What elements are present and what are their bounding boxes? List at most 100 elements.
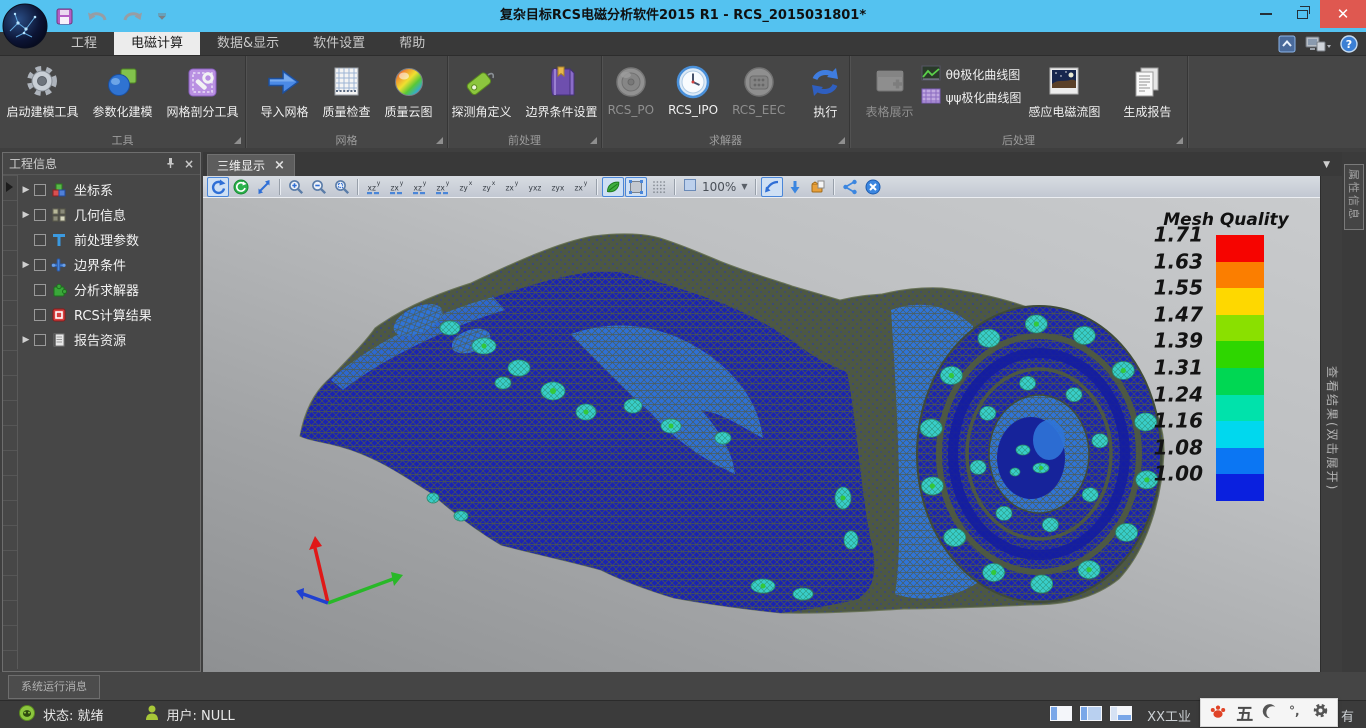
dialog-launcher-icon[interactable] (1176, 137, 1183, 144)
ribbon-button[interactable]: 表格展示 (859, 59, 921, 123)
tab-close-icon[interactable]: × (274, 159, 285, 172)
rotate-icon[interactable] (207, 177, 229, 197)
tree-item-checkbox[interactable] (34, 259, 46, 271)
tree-item[interactable]: RCS计算结果 (18, 302, 200, 327)
toolbar-separator (596, 179, 597, 195)
view-icon[interactable]: zxy (432, 177, 454, 197)
chevron-down-icon[interactable]: ▼ (741, 182, 747, 191)
menu-tab-5[interactable]: 帮助 (382, 32, 442, 55)
tab-3d-display[interactable]: 三维显示 × (207, 154, 295, 176)
ime-toolbar[interactable]: 五 °, (1200, 698, 1338, 727)
copy-view-icon[interactable] (807, 177, 829, 197)
dialog-launcher-icon[interactable] (234, 137, 241, 144)
ribbon-button[interactable]: 参数化建模 (86, 59, 160, 123)
dialog-launcher-icon[interactable] (590, 137, 597, 144)
help-icon[interactable]: ? (1340, 33, 1358, 55)
ribbon-button[interactable]: 网格剖分工具 (160, 59, 246, 123)
dialog-launcher-icon[interactable] (838, 137, 845, 144)
menu-tab-1[interactable]: 工程 (54, 32, 114, 55)
tree-item-checkbox[interactable] (34, 234, 46, 246)
view-icon[interactable]: yxz (524, 177, 546, 197)
ribbon-button[interactable]: RCS_IPO (661, 59, 725, 120)
ribbon-button[interactable]: 质量检查 (315, 59, 377, 123)
punct-icon[interactable]: °, (1287, 703, 1303, 723)
tree-item-checkbox[interactable] (34, 284, 46, 296)
dialog-launcher-icon[interactable] (436, 137, 443, 144)
restore-button[interactable] (1284, 0, 1320, 28)
ribbon-button[interactable]: 探测角定义 (444, 59, 518, 123)
view-icon[interactable]: zyx (478, 177, 500, 197)
tree-item-checkbox[interactable] (34, 209, 46, 221)
ribbon-button[interactable]: 导入网格 (253, 59, 315, 123)
tree-item[interactable]: ▶边界条件 (18, 252, 200, 277)
ribbon-button[interactable]: 质量云图 (378, 59, 440, 123)
ribbon-button[interactable]: 边界条件设置 (519, 59, 605, 123)
display-icon[interactable] (1305, 33, 1331, 55)
ribbon-button-small[interactable]: θθ极化曲线图 (921, 65, 1022, 84)
ribbon-button[interactable]: 执行 (800, 59, 850, 123)
ribbon-button[interactable]: 生成报告 (1116, 59, 1178, 123)
points-grid-icon[interactable] (648, 177, 670, 197)
legend-value: 1.08 (1146, 434, 1216, 461)
ribbon-button-small[interactable]: ψψ极化曲线图 (921, 88, 1022, 107)
view-icon[interactable]: xzy (363, 177, 385, 197)
surface-icon[interactable] (625, 177, 647, 197)
toolbar-separator (357, 179, 358, 195)
zoom-window-icon[interactable] (331, 177, 353, 197)
close-panel-icon[interactable]: × (184, 158, 194, 170)
ribbon-button[interactable]: RCS_EEC (725, 59, 792, 120)
tree-item-checkbox[interactable] (34, 184, 46, 196)
layout-icon-1[interactable] (1049, 705, 1073, 726)
view-icon[interactable]: zxy (570, 177, 592, 197)
minimize-button[interactable] (1248, 0, 1284, 28)
ribbon-button[interactable]: 启动建模工具 (0, 59, 86, 123)
tree-item-checkbox[interactable] (34, 334, 46, 346)
tree-item[interactable]: 前处理参数 (18, 227, 200, 252)
pin-icon[interactable] (165, 157, 176, 171)
zoom-in-icon[interactable] (285, 177, 307, 197)
tree-item[interactable]: ▶坐标系 (18, 177, 200, 202)
expand-arrow-icon[interactable]: ▶ (18, 185, 34, 195)
close-button[interactable]: ✕ (1320, 0, 1366, 28)
results-collapsed-panel[interactable]: 查看结果(双击展开) (1320, 176, 1342, 672)
arrow-down-icon[interactable] (784, 177, 806, 197)
zoom-out-icon[interactable] (308, 177, 330, 197)
ribbon-button-label: 参数化建模 (93, 103, 153, 120)
ribbon-button[interactable]: RCS_PO (601, 59, 661, 120)
layout-icon-2[interactable] (1079, 705, 1103, 726)
tree-item[interactable]: ▶几何信息 (18, 202, 200, 227)
view-icon[interactable]: zxy (386, 177, 408, 197)
spin-icon[interactable] (230, 177, 252, 197)
view-icon[interactable]: zxy (501, 177, 523, 197)
expand-arrow-icon[interactable]: ▶ (18, 260, 34, 270)
zoom-level-control[interactable]: 100%▼ (679, 178, 751, 195)
menu-tab-2[interactable]: 电磁计算 (114, 32, 200, 55)
gear-small-icon[interactable] (1312, 702, 1329, 723)
expand-arrow-icon[interactable]: ▶ (18, 210, 34, 220)
shaded-leaf-icon[interactable] (602, 177, 624, 197)
system-messages-tab[interactable]: 系统运行消息 (8, 675, 100, 699)
properties-collapsed-tab[interactable]: 属性信息 (1344, 164, 1364, 230)
moon-icon[interactable] (1262, 703, 1278, 723)
view-icon[interactable]: zyx (455, 177, 477, 197)
resize-arrow-icon[interactable] (253, 177, 275, 197)
tab-list-dropdown-icon[interactable]: ▼ (1323, 160, 1330, 170)
fit-view-icon[interactable] (761, 177, 783, 197)
view-icon[interactable]: xzy (409, 177, 431, 197)
viewport-canvas[interactable]: Mesh Quality 1.711.631.551.471.391.311.2… (203, 198, 1320, 672)
tree-item-checkbox[interactable] (34, 309, 46, 321)
ime-wubi-label[interactable]: 五 (1236, 700, 1253, 725)
menu-tab-3[interactable]: 数据&显示 (200, 32, 296, 55)
expand-arrow-icon[interactable]: ▶ (18, 335, 34, 345)
view-icon[interactable]: zyx (547, 177, 569, 197)
collapse-ribbon-icon[interactable] (1278, 33, 1296, 55)
cancel-icon[interactable] (862, 177, 884, 197)
share-icon[interactable] (839, 177, 861, 197)
paw-icon[interactable] (1209, 703, 1227, 723)
ribbon-small-stack: θθ极化曲线图 ψψ极化曲线图 (921, 59, 1022, 107)
ribbon-button[interactable]: 感应电磁流图 (1021, 59, 1107, 123)
layout-icon-3[interactable] (1109, 705, 1133, 726)
tree-item[interactable]: ▶报告资源 (18, 327, 200, 352)
tree-item[interactable]: 分析求解器 (18, 277, 200, 302)
menu-tab-4[interactable]: 软件设置 (296, 32, 382, 55)
